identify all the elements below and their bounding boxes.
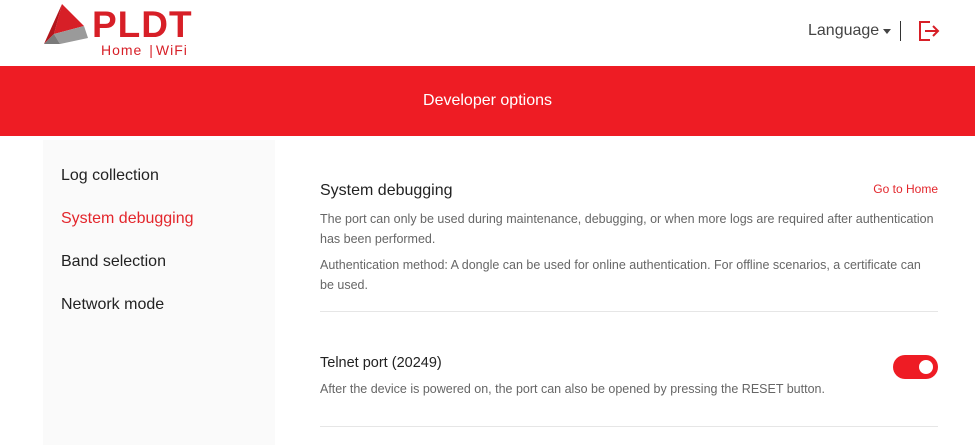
sidebar-item-band-selection[interactable]: Band selection [61, 253, 166, 271]
logo-wordmark: PLDT [92, 4, 193, 45]
page-title: Developer options [423, 92, 552, 109]
page-banner: Developer options [0, 66, 975, 136]
pldt-home-wifi-logo: PLDT Home | WiFi [42, 4, 202, 60]
section-divider-bottom [320, 426, 938, 427]
sidebar-item-log-collection[interactable]: Log collection [61, 167, 159, 185]
language-dropdown[interactable]: Language [808, 20, 892, 42]
sidebar-item-system-debugging[interactable]: System debugging [61, 210, 194, 228]
logo-sub-home: Home [101, 42, 143, 58]
caret-down-icon [883, 28, 892, 34]
language-label: Language [808, 22, 880, 39]
section-title: System debugging [320, 182, 453, 199]
logo-sub-separator: | [144, 42, 154, 58]
section-divider [320, 311, 938, 312]
logo-sub-wifi: WiFi [155, 42, 188, 58]
telnet-port-description: After the device is powered on, the port… [320, 382, 825, 396]
main-content: System debugging Go to Home The port can… [320, 140, 938, 445]
header-divider [900, 21, 901, 41]
pldt-logo-mark-icon [44, 4, 88, 44]
telnet-port-toggle[interactable] [893, 355, 938, 379]
logo-subtitle: Home | WiFi [101, 42, 188, 58]
logout-icon[interactable] [918, 20, 940, 42]
system-debugging-description: The port can only be used during mainten… [320, 212, 934, 246]
toggle-knob [919, 360, 933, 374]
go-to-home-link[interactable]: Go to Home [873, 182, 938, 196]
authentication-method-description: Authentication method: A dongle can be u… [320, 258, 921, 292]
top-header: PLDT Home | WiFi Language [0, 0, 975, 66]
sidebar-nav: Log collection System debugging Band sel… [43, 140, 275, 445]
sidebar-item-network-mode[interactable]: Network mode [61, 296, 164, 314]
telnet-port-label: Telnet port (20249) [320, 355, 442, 371]
